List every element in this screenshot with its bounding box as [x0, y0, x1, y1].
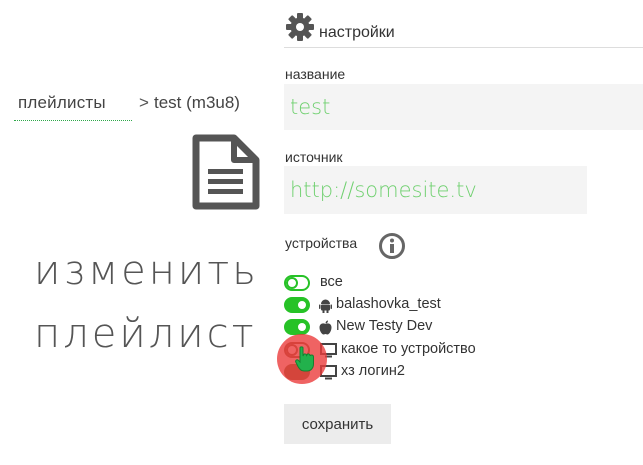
page-title-line-1: изменить	[34, 248, 259, 294]
settings-divider	[284, 47, 643, 48]
breadcrumb-current: test (m3u8)	[154, 93, 240, 112]
gear-icon	[285, 12, 315, 47]
device-label-balashovka-test: balashovka_test	[336, 296, 441, 312]
source-input[interactable]	[284, 166, 587, 214]
device-label-new-testy-dev: New Testy Dev	[336, 318, 433, 334]
device-label-xz-login2: хз логин2	[341, 363, 405, 379]
breadcrumb-separator: >	[139, 93, 149, 112]
page-title-line-2: плейлист	[34, 311, 257, 357]
breadcrumb-link-underline	[14, 120, 132, 121]
device-toggle-all[interactable]	[284, 275, 310, 291]
device-row-some-device[interactable]: какое то устройство	[284, 341, 584, 361]
device-row-all[interactable]: все	[284, 274, 584, 294]
source-label: источник	[285, 149, 343, 165]
device-row-balashovka-test[interactable]: balashovka_test	[284, 296, 584, 316]
save-button[interactable]: сохранить	[284, 404, 391, 444]
name-label: название	[285, 66, 346, 82]
android-icon	[319, 298, 332, 318]
device-row-xz-login2[interactable]: хз логин2	[284, 363, 584, 383]
file-text-icon	[190, 133, 262, 216]
device-label-all: все	[320, 274, 343, 290]
apple-icon	[319, 320, 332, 340]
info-icon[interactable]	[378, 232, 406, 265]
device-toggle-balashovka-test[interactable]	[284, 297, 310, 313]
hand-pointer-icon	[295, 346, 315, 377]
devices-label: устройства	[285, 235, 358, 251]
settings-title: настройки	[319, 24, 395, 41]
device-toggle-new-testy-dev[interactable]	[284, 319, 310, 335]
device-row-new-testy-dev[interactable]: New Testy Dev	[284, 318, 584, 338]
name-input[interactable]	[284, 84, 643, 130]
breadcrumb-playlists-link[interactable]: плейлисты	[18, 93, 106, 113]
device-label-some-device: какое то устройство	[341, 341, 476, 357]
